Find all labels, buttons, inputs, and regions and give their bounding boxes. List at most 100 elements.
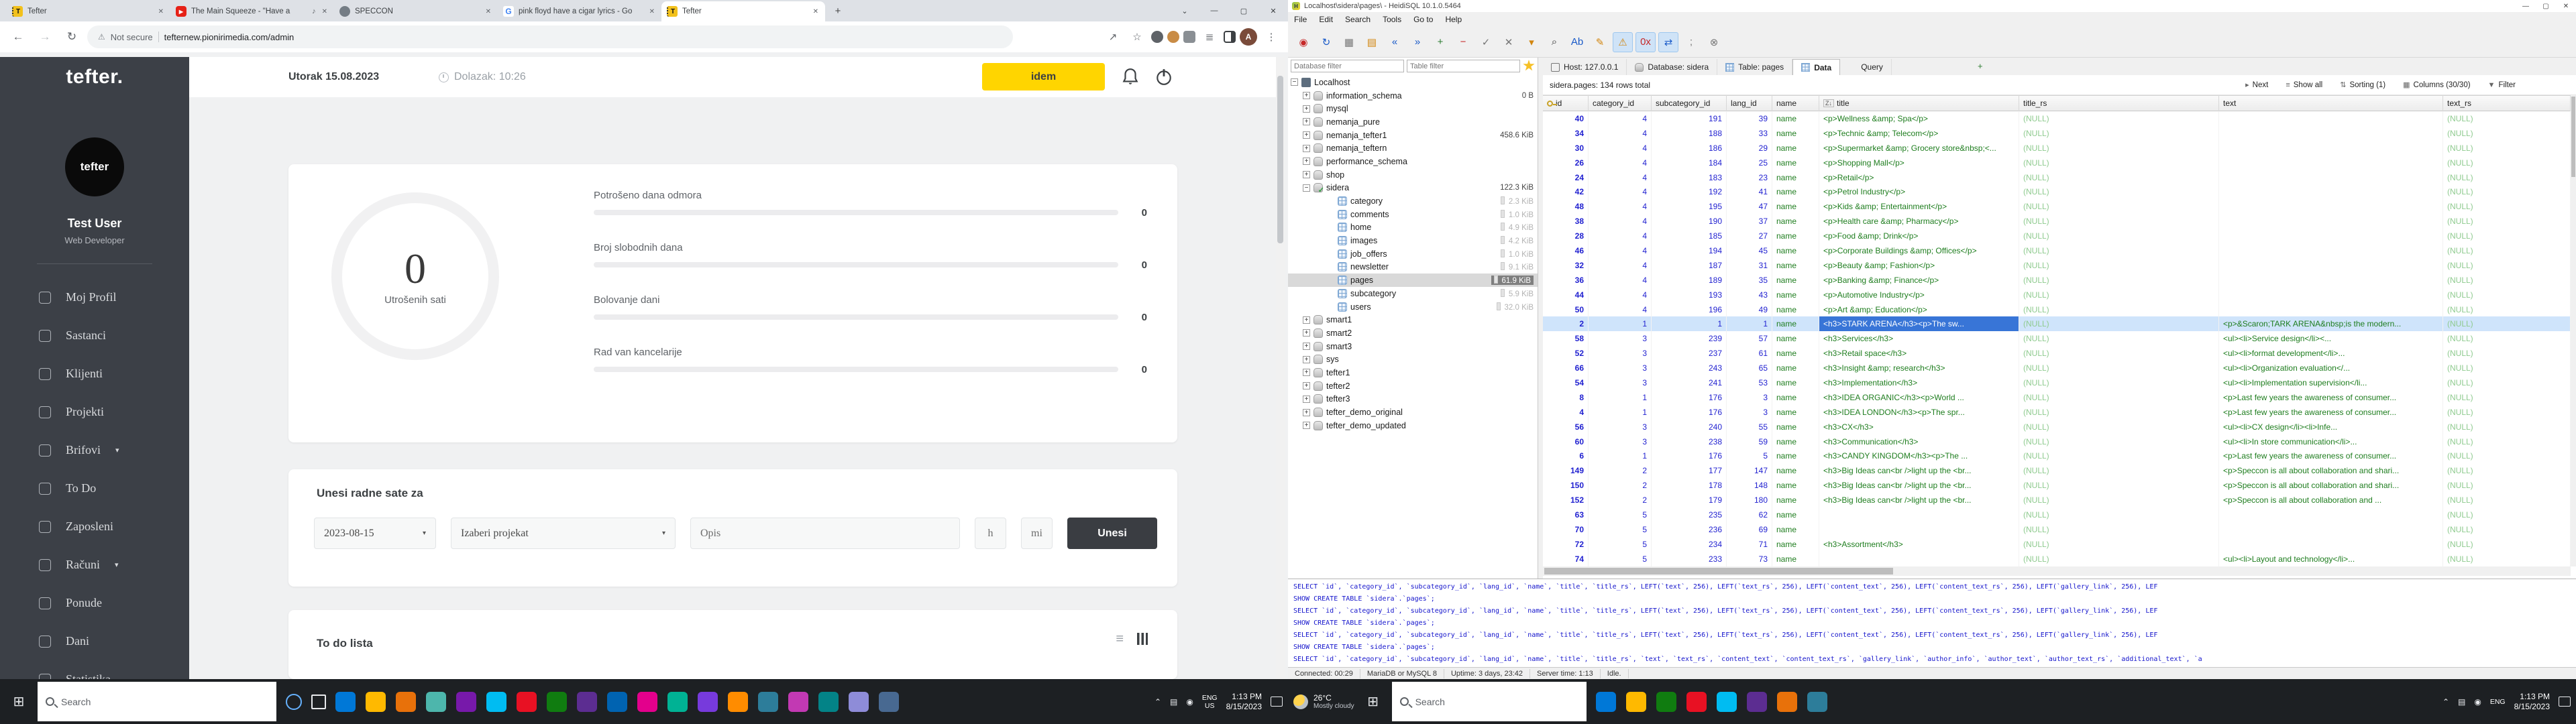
cell-name[interactable]: name <box>1772 155 1819 170</box>
expander-icon[interactable]: + <box>1303 395 1310 403</box>
cell-title[interactable] <box>1819 522 2019 537</box>
cell-title-rs[interactable]: (NULL) <box>2019 434 2219 449</box>
cell-text[interactable] <box>2219 272 2443 288</box>
expander-icon[interactable]: + <box>1303 105 1310 113</box>
cell-lang-id[interactable]: 27 <box>1727 229 1772 244</box>
tab-close-icon[interactable]: ✕ <box>648 7 656 17</box>
list-view-icon[interactable]: ≡ <box>1116 631 1124 647</box>
cell-title[interactable]: <p>Food &amp; Drink</p> <box>1819 229 2019 244</box>
table-row[interactable]: 46 4 194 45 name <p>Corporate Buildings … <box>1543 243 2571 258</box>
cell-text[interactable] <box>2219 111 2443 126</box>
menu-item[interactable]: Edit <box>1313 15 1339 24</box>
scrollbar-thumb[interactable] <box>1544 568 1893 575</box>
cell-id[interactable]: 72 <box>1543 536 1589 552</box>
cell-name[interactable]: name <box>1772 346 1819 361</box>
cell-id[interactable]: 8 <box>1543 389 1589 405</box>
cell-lang-id[interactable]: 37 <box>1727 214 1772 229</box>
minimize-button[interactable]: — <box>2516 3 2536 10</box>
toolbar-icon[interactable]: 0x <box>1635 32 1656 52</box>
cell-category-id[interactable]: 3 <box>1589 331 1652 347</box>
tab-close-icon[interactable]: ✕ <box>812 7 820 17</box>
cell-lang-id[interactable]: 71 <box>1727 536 1772 552</box>
cell-category-id[interactable]: 4 <box>1589 170 1652 185</box>
cell-id[interactable]: 26 <box>1543 155 1589 170</box>
table-row[interactable]: 54 3 241 53 name <h3>Implementation</h3>… <box>1543 375 2571 390</box>
cell-category-id[interactable]: 3 <box>1589 346 1652 361</box>
sidebar-item[interactable]: Sastanci <box>0 316 189 355</box>
expander-icon[interactable]: + <box>1303 329 1310 337</box>
cell-lang-id[interactable]: 148 <box>1727 478 1772 493</box>
cell-title-rs[interactable]: (NULL) <box>2019 155 2219 170</box>
checkin-button[interactable]: idem <box>982 63 1105 90</box>
cell-lang-id[interactable]: 59 <box>1727 434 1772 449</box>
new-tab-button[interactable]: + <box>829 2 847 19</box>
table-row[interactable]: 28 4 185 27 name <p>Food &amp; Drink</p>… <box>1543 229 2571 244</box>
toolbar-icon[interactable]: ⇄ <box>1658 32 1678 52</box>
cell-lang-id[interactable]: 5 <box>1727 448 1772 464</box>
cell-title[interactable]: <h3>IDEA ORGANIC</h3><p>World ... <box>1819 389 2019 405</box>
cell-text-rs[interactable]: (NULL) <box>2443 214 2571 229</box>
cell-text[interactable] <box>2219 257 2443 273</box>
cell-id[interactable]: 38 <box>1543 214 1589 229</box>
cell-title[interactable]: <h3>Assortment</h3> <box>1819 536 2019 552</box>
cell-text[interactable]: <ul><li>format development</li>... <box>2219 346 2443 361</box>
session-tab[interactable]: Query <box>1840 59 1892 75</box>
toolbar-icon[interactable]: ▤ <box>1362 32 1382 52</box>
cell-title-rs[interactable]: (NULL) <box>2019 214 2219 229</box>
task-view-icon[interactable] <box>311 694 326 709</box>
table-row[interactable]: 63 5 235 62 name (NULL) (NULL) <box>1543 507 2571 522</box>
cell-text-rs[interactable]: (NULL) <box>2443 331 2571 347</box>
cell-category-id[interactable]: 4 <box>1589 287 1652 302</box>
browser-tab[interactable]: ▶ The Main Squeeze - "Have a ♪ ✕ <box>170 1 334 21</box>
cell-category-id[interactable]: 3 <box>1589 361 1652 376</box>
column-header-title[interactable]: Z↓ title <box>1819 95 2019 111</box>
cell-title-rs[interactable]: (NULL) <box>2019 184 2219 200</box>
cell-title[interactable]: <h3>CANDY KINGDOM</h3><p>The ... <box>1819 448 2019 464</box>
cell-title-rs[interactable]: (NULL) <box>2019 272 2219 288</box>
toolbar-icon[interactable]: ▾ <box>1521 32 1542 52</box>
minimize-button[interactable]: — <box>1199 0 1229 21</box>
taskbar-app-icon[interactable] <box>547 691 567 712</box>
cell-name[interactable]: name <box>1772 125 1819 141</box>
cell-name[interactable]: name <box>1772 522 1819 537</box>
toolbar-icon[interactable]: + <box>1430 32 1450 52</box>
cell-text-rs[interactable]: (NULL) <box>2443 316 2571 332</box>
cell-title[interactable]: <h3>Services</h3> <box>1819 331 2019 347</box>
cell-title[interactable]: <h3>STARK ARENA</h3><p>The sw... <box>1819 316 2019 332</box>
tab-close-icon[interactable]: ✕ <box>484 7 492 17</box>
cell-title-rs[interactable]: (NULL) <box>2019 419 2219 434</box>
table-row[interactable]: 6 1 176 5 name <h3>CANDY KINGDOM</h3><p>… <box>1543 448 2571 464</box>
network-icon[interactable]: ▤ <box>2458 697 2465 707</box>
cell-text[interactable]: <ul><li>CX design</li><li>Infe... <box>2219 419 2443 434</box>
tree-node[interactable]: + performance_schema <box>1288 155 1538 168</box>
language-indicator[interactable]: ENG <box>2490 698 2506 706</box>
cell-subcategory-id[interactable]: 240 <box>1652 419 1727 434</box>
cell-category-id[interactable]: 3 <box>1589 375 1652 390</box>
cell-title-rs[interactable]: (NULL) <box>2019 375 2219 390</box>
cell-text-rs[interactable]: (NULL) <box>2443 419 2571 434</box>
cell-subcategory-id[interactable]: 194 <box>1652 243 1727 258</box>
tree-node[interactable]: − sidera 122.3 KiB <box>1288 182 1538 194</box>
tree-node[interactable]: + tefter_demo_updated <box>1288 419 1538 432</box>
toolbar-icon[interactable]: ; <box>1681 32 1701 52</box>
taskbar-app-icon[interactable] <box>1807 691 1827 712</box>
cell-id[interactable]: 24 <box>1543 170 1589 185</box>
browser-tab[interactable]: SPECCON ✕ <box>334 1 498 21</box>
cell-title[interactable]: <h3>Big Ideas can<br />light up the <br.… <box>1819 463 2019 479</box>
cell-lang-id[interactable]: 65 <box>1727 361 1772 376</box>
table-row[interactable]: 149 2 177 147 name <h3>Big Ideas can<br … <box>1543 463 2571 479</box>
cell-subcategory-id[interactable]: 239 <box>1652 331 1727 347</box>
cell-category-id[interactable]: 4 <box>1589 229 1652 244</box>
close-button[interactable]: ✕ <box>1258 0 1288 21</box>
cell-title-rs[interactable]: (NULL) <box>2019 229 2219 244</box>
cell-category-id[interactable]: 5 <box>1589 507 1652 522</box>
tray-arrow-icon[interactable]: ⌃ <box>1155 697 1161 707</box>
cell-name[interactable]: name <box>1772 404 1819 420</box>
cell-text[interactable] <box>2219 214 2443 229</box>
table-row[interactable]: 40 4 191 39 name <p>Wellness &amp; Spa</… <box>1543 111 2571 126</box>
logout-power-icon[interactable] <box>1155 68 1173 86</box>
adblock-extension-icon[interactable] <box>1151 31 1163 43</box>
taskbar-app-icon[interactable] <box>637 691 657 712</box>
column-header[interactable]: name <box>1772 95 1819 111</box>
cell-name[interactable]: name <box>1772 257 1819 273</box>
